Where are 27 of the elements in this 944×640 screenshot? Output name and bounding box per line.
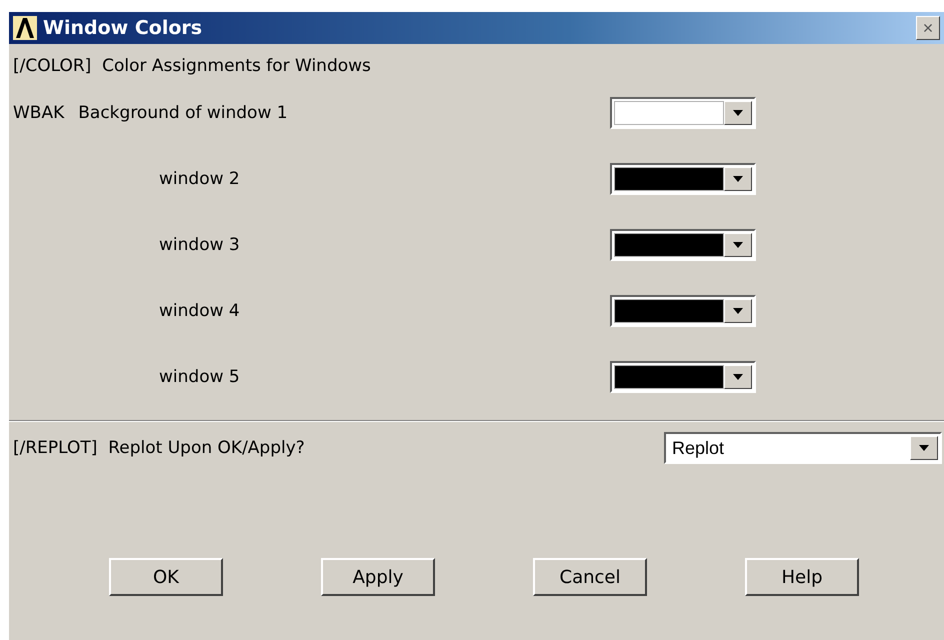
dialog-button[interactable]: Help [745,558,859,596]
window-title: Window Colors [43,17,204,39]
caret-icon [733,308,743,314]
section-heading: [/COLOR] Color Assignments for Windows [13,56,372,76]
caret-icon [733,374,743,380]
color-dropdown[interactable] [610,229,756,261]
logo-icon [13,16,37,40]
dialog-button[interactable]: Cancel [533,558,647,596]
caret-icon [733,110,743,116]
color-dropdown[interactable] [610,163,756,195]
caret-icon [733,176,743,182]
dialog-button[interactable]: Apply [321,558,435,596]
caret-icon [733,242,743,248]
caret-icon [919,445,929,451]
color-dropdown[interactable] [610,361,756,393]
command-label: WBAK [13,103,64,123]
field-label: window 5 [159,367,240,387]
dialog-button[interactable]: OK [109,558,223,596]
field-label: [/REPLOT] Replot Upon OK/Apply? [13,438,306,458]
field-label: window 2 [159,169,240,189]
replot-dropdown[interactable]: Replot [664,432,942,464]
color-dropdown[interactable] [610,295,756,327]
color-dropdown[interactable] [610,97,756,129]
field-label: window 4 [159,301,240,321]
close-button[interactable]: × [916,16,940,40]
field-label: Background of window 1 [78,103,288,123]
field-label: window 3 [159,235,240,255]
